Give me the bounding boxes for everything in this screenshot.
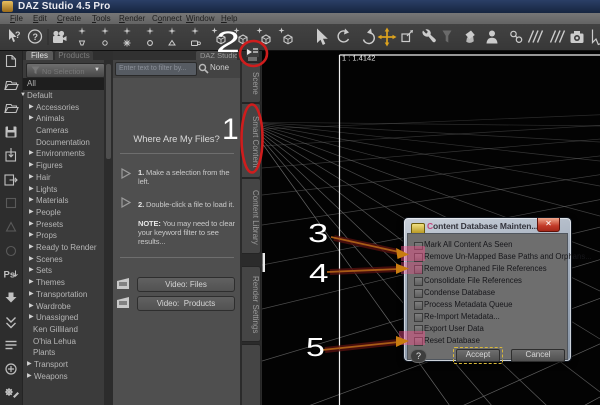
svg-text:3: 3	[308, 218, 328, 248]
svg-text:1: 1	[222, 113, 239, 146]
svg-text:2: 2	[216, 25, 240, 59]
svg-text:4: 4	[309, 258, 329, 287]
svg-text:5: 5	[306, 334, 325, 362]
